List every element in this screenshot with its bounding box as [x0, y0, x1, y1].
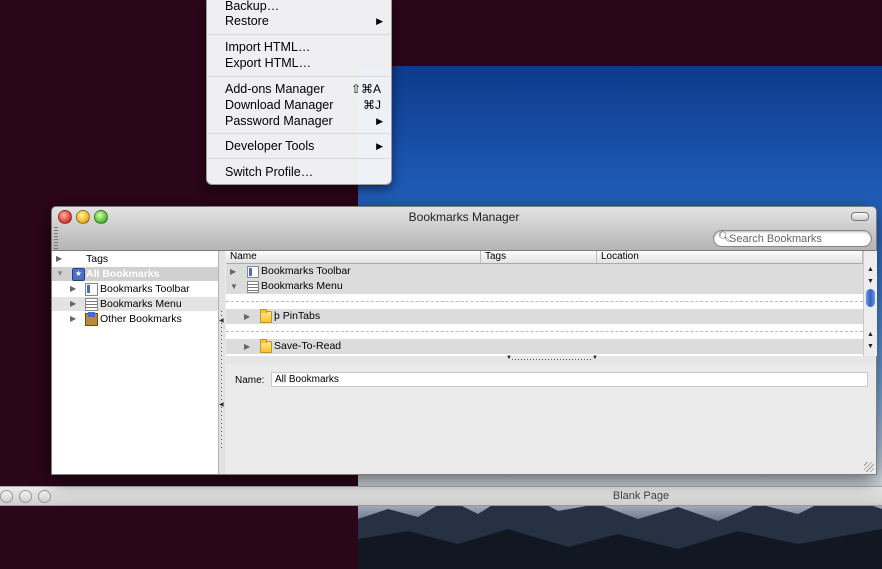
sidebar-item-bookmarks-menu[interactable]: ▶ Bookmarks Menu [52, 297, 218, 311]
menu-item-label: Add-ons Manager [225, 82, 325, 96]
menu-item-label: Developer Tools [225, 139, 315, 153]
menu-separator [208, 158, 390, 159]
tools-dropdown-menu: Backup… Restore ▶ Import HTML… Export HT… [206, 0, 392, 185]
sidebar-item-all-bookmarks[interactable]: ▼ ★ All Bookmarks [52, 267, 218, 281]
sidebar-item-label: Bookmarks Toolbar [100, 283, 190, 295]
menu-separator [208, 34, 390, 35]
disclosure-triangle-icon[interactable]: ▼ [56, 267, 64, 281]
disclosure-triangle-icon[interactable]: ▶ [244, 339, 250, 354]
menu-item-password-manager[interactable]: Password Manager ▶ [207, 113, 391, 129]
splitter-grip [221, 311, 222, 451]
star-icon: ★ [72, 268, 85, 281]
window-titlebar[interactable]: Bookmarks Manager 🔍︎ [52, 207, 876, 251]
disclosure-triangle-icon[interactable]: ▶ [70, 282, 76, 296]
menu-separator [208, 76, 390, 77]
window-title: Blank Page [612, 490, 670, 502]
expand-down-icon: ▼ [506, 355, 512, 361]
column-header-location[interactable]: Location [597, 251, 863, 263]
bookmarks-manager-window: Bookmarks Manager 🔍︎ ▶ Tags ▼ ★ All Book… [51, 206, 877, 475]
scroll-thumb[interactable] [866, 289, 875, 307]
sidebar-item-label: Other Bookmarks [100, 313, 182, 325]
toolbar-toggle-button[interactable] [851, 212, 869, 221]
menu-item-label: Switch Profile… [225, 165, 314, 179]
scroll-down-icon[interactable]: ▼ [867, 278, 874, 285]
folder-icon [260, 309, 272, 323]
bookmark-name: Save-To-Read [274, 340, 342, 352]
menu-item-download-manager[interactable]: Download Manager ⌘J [207, 97, 391, 113]
toolbar-grip-icon[interactable] [54, 227, 58, 249]
details-pane: Name: [226, 364, 876, 474]
menu-item-shortcut: ⇧⌘A [350, 82, 381, 96]
name-label: Name: [235, 375, 265, 386]
menu-item-backup[interactable]: Backup… [207, 0, 391, 14]
disclosure-triangle-icon[interactable]: ▶ [56, 252, 62, 266]
bookmark-name: Bookmarks Menu [261, 280, 343, 292]
menu-icon [85, 298, 98, 311]
menu-item-import-html[interactable]: Import HTML… [207, 39, 391, 55]
collapse-left-icon: ◀ [219, 402, 224, 408]
menu-item-shortcut: ⌘J [363, 98, 381, 112]
search-input[interactable] [729, 231, 865, 246]
sidebar-item-label: Bookmarks Menu [100, 298, 182, 310]
disclosure-triangle-icon[interactable]: ▶ [70, 297, 76, 311]
table-row[interactable]: ▶ Save-To-Read [226, 339, 863, 354]
submenu-arrow-icon: ▶ [376, 141, 383, 151]
scroll-down-icon[interactable]: ▼ [867, 343, 874, 350]
menu-item-developer-tools[interactable]: Developer Tools ▶ [207, 138, 391, 154]
column-header-name[interactable]: Name [226, 251, 481, 263]
vertical-scrollbar[interactable]: ▲ ▼ ▲ ▼ [863, 251, 877, 356]
bookmark-name: ϸ PinTabs [274, 310, 321, 322]
scroll-up-icon[interactable]: ▲ [867, 331, 874, 338]
disclosure-triangle-icon[interactable]: ▼ [230, 279, 238, 294]
splitter-grip [512, 359, 592, 360]
menu-item-label: Backup… [225, 0, 280, 13]
submenu-arrow-icon: ▶ [376, 116, 383, 126]
menu-item-label: Export HTML… [225, 56, 312, 70]
folder-icon [85, 312, 98, 326]
disclosure-triangle-icon[interactable]: ▶ [244, 309, 250, 324]
menu-item-label: Download Manager [225, 98, 334, 112]
sidebar-splitter[interactable]: ◀ ◀ [219, 251, 225, 474]
window-title: Bookmarks Manager [408, 210, 520, 224]
menu-item-label: Import HTML… [225, 40, 311, 54]
resize-handle-icon[interactable] [864, 462, 874, 472]
table-row[interactable]: ▼ Bookmarks Menu [226, 279, 863, 294]
sidebar-item-label: All Bookmarks [86, 268, 160, 280]
bookmark-name: Bookmarks Toolbar [261, 265, 351, 277]
menu-item-label: Restore [225, 14, 269, 28]
toolbar-icon [247, 266, 259, 278]
details-splitter[interactable]: ▼ ▼ [226, 355, 876, 364]
sidebar-item-other-bookmarks[interactable]: ▶ Other Bookmarks [52, 312, 218, 326]
sidebar-item-label: Tags [86, 253, 109, 265]
column-header-tags[interactable]: Tags [481, 251, 597, 263]
folder-icon [260, 339, 272, 353]
table-row[interactable]: ▶ Bookmarks Toolbar [226, 264, 863, 279]
menu-separator [208, 133, 390, 134]
bookmarks-table: Name Tags Location ▶ Bookmarks Toolbar ▼… [226, 251, 876, 356]
disclosure-triangle-icon[interactable]: ▶ [230, 264, 236, 279]
menu-item-export-html[interactable]: Export HTML… [207, 55, 391, 71]
disclosure-triangle-icon[interactable]: ▶ [70, 312, 76, 326]
mountain-silhouette [358, 489, 882, 569]
menu-item-addons-manager[interactable]: Add-ons Manager ⇧⌘A [207, 81, 391, 97]
expand-down-icon: ▼ [592, 355, 598, 361]
name-field[interactable] [271, 372, 868, 387]
menu-icon [247, 281, 259, 293]
table-row[interactable]: ▶ ϸ PinTabs [226, 309, 863, 324]
menu-item-restore[interactable]: Restore ▶ [207, 13, 391, 29]
toolbar-icon [85, 283, 98, 296]
menu-item-switch-profile[interactable]: Switch Profile… [207, 164, 391, 180]
separator-row [226, 331, 863, 332]
submenu-arrow-icon: ▶ [376, 16, 383, 26]
bookmarks-sidebar: ▶ Tags ▼ ★ All Bookmarks ▶ Bookmarks Too… [52, 251, 219, 474]
scroll-up-icon[interactable]: ▲ [867, 266, 874, 273]
sidebar-item-bookmarks-toolbar[interactable]: ▶ Bookmarks Toolbar [52, 282, 218, 296]
table-header: Name Tags Location [226, 251, 876, 264]
search-field[interactable]: 🔍︎ [713, 230, 872, 247]
sidebar-item-tags[interactable]: ▶ Tags [52, 252, 218, 266]
menu-item-label: Password Manager [225, 114, 333, 128]
background-browser-window[interactable]: Blank Page [0, 486, 882, 506]
separator-row [226, 301, 863, 302]
